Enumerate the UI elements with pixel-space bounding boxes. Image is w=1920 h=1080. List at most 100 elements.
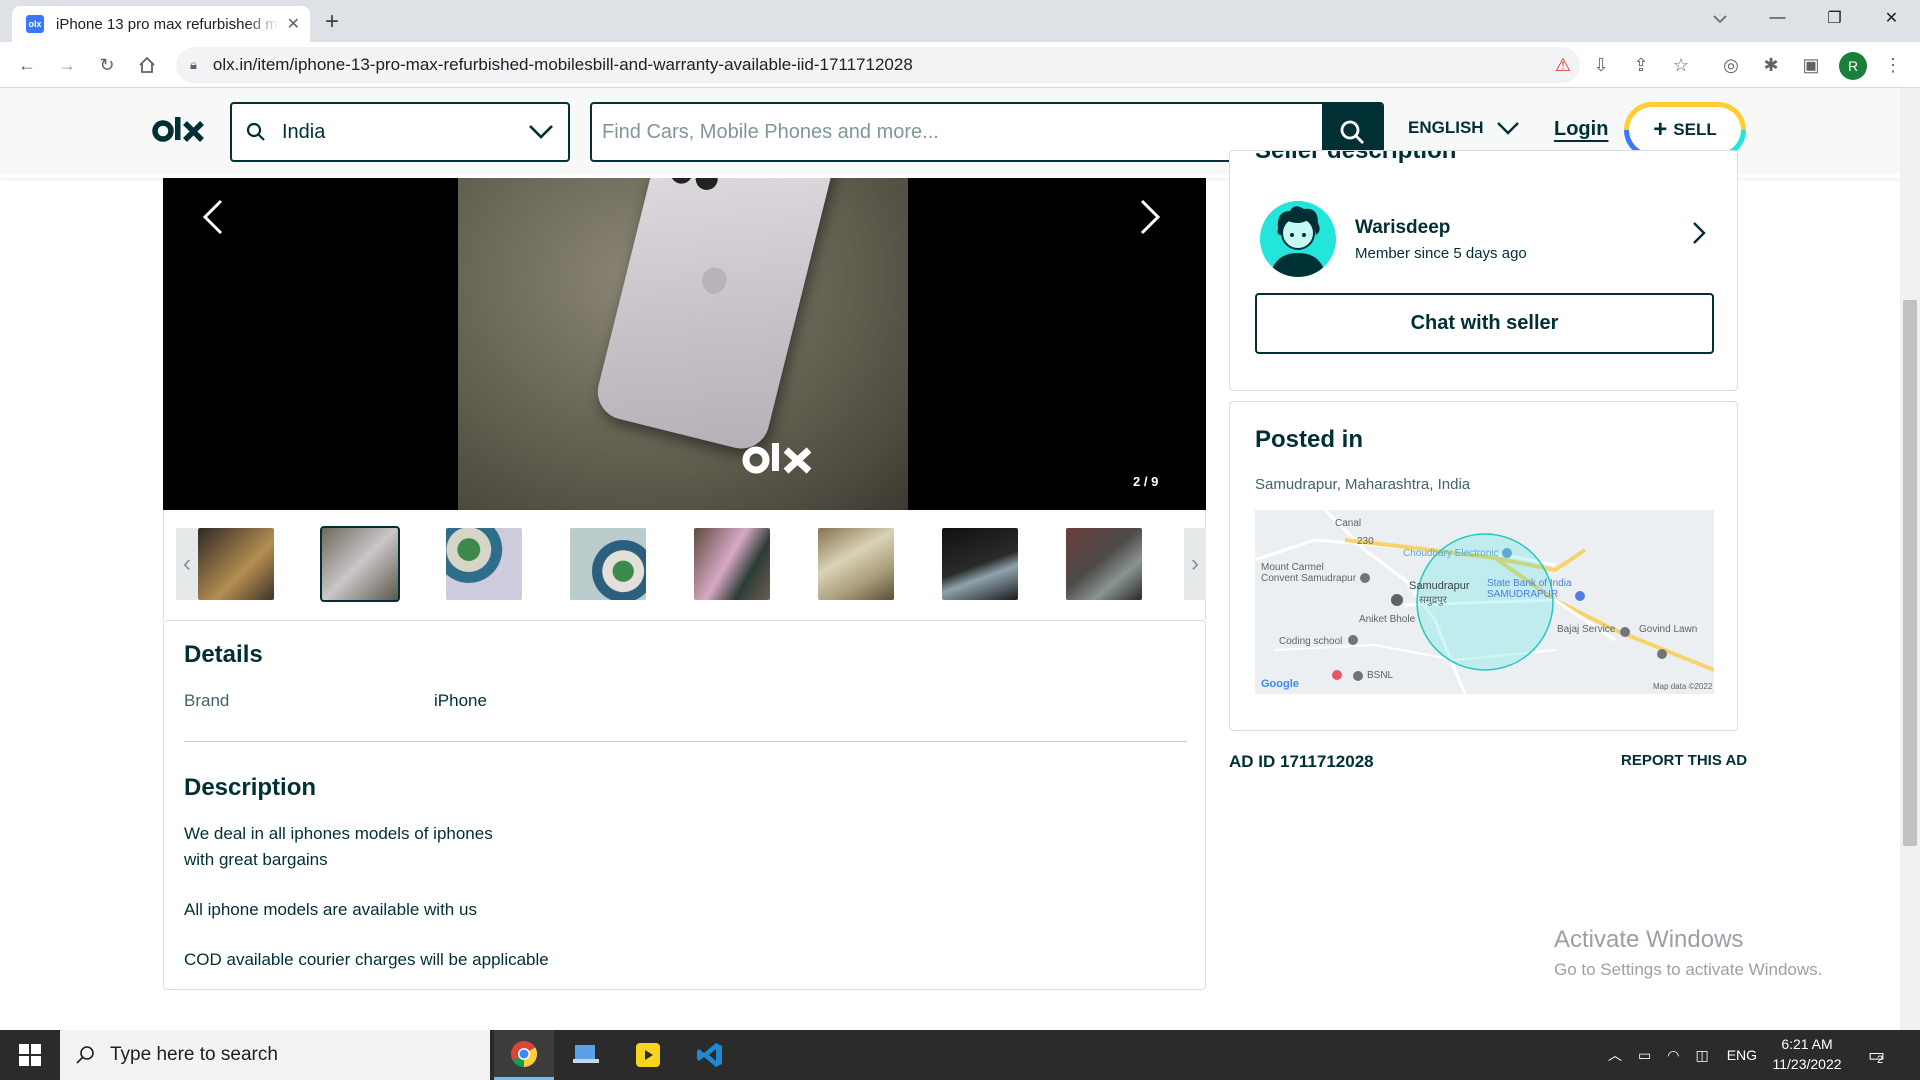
map-label: Govind Lawn — [1639, 624, 1698, 635]
description-text: We deal in all iphones models of iphones… — [184, 821, 784, 997]
tab-title: iPhone 13 pro max refurbished mobilesbil… — [56, 15, 279, 33]
chevron-right-icon[interactable] — [1692, 221, 1706, 250]
location-map[interactable]: Canal 230 Choudhary Electronic Mount Car… — [1255, 510, 1714, 694]
profile-avatar[interactable]: R — [1839, 52, 1867, 80]
new-tab-button[interactable]: + — [325, 8, 339, 36]
lock-icon: 🔒︎ — [190, 57, 197, 72]
olx-favicon-icon: olx — [26, 15, 44, 33]
gallery-next-arrow[interactable] — [1125, 192, 1175, 242]
side-panel-icon[interactable]: ▣ — [1798, 52, 1824, 78]
map-label: Mount Carmel Convent Samudrapur — [1261, 562, 1357, 584]
description-paragraph: COD available courier charges will be ap… — [184, 950, 549, 969]
extension-circle-icon[interactable]: ◎ — [1718, 52, 1744, 78]
share-icon[interactable]: ⇪ — [1628, 52, 1654, 78]
notification-count: 2 — [1877, 1054, 1884, 1066]
activate-windows-title: Activate Windows — [1554, 926, 1744, 953]
file-explorer-taskbar-icon[interactable] — [556, 1030, 616, 1080]
thumbnail-5[interactable] — [694, 528, 770, 600]
taskbar-clock[interactable]: 6:21 AM 11/23/2022 — [1752, 1034, 1862, 1074]
seller-member-since: Member since 5 days ago — [1355, 245, 1527, 262]
chevron-up-icon[interactable]: ︿ — [1608, 1045, 1622, 1065]
chrome-taskbar-icon[interactable] — [494, 1030, 554, 1080]
browser-tab[interactable]: olx iPhone 13 pro max refurbished mobile… — [12, 6, 310, 42]
seller-card: Seller description Warisdeep Member sinc… — [1229, 150, 1738, 391]
ad-id: AD ID 1711712028 — [1229, 752, 1374, 771]
seller-name[interactable]: Warisdeep — [1355, 217, 1450, 239]
back-icon[interactable]: ← — [14, 52, 40, 78]
search-input[interactable] — [592, 104, 1322, 160]
notification-center-button[interactable]: ▭ 2 — [1868, 1030, 1885, 1080]
browser-toolbar: ← → ↻ 🔒︎ olx.in/item/iphone-13-pro-max-r… — [0, 42, 1920, 88]
page-scrollbar[interactable] — [1900, 88, 1920, 1030]
language-selector[interactable]: ENGLISH — [1408, 118, 1520, 138]
report-ad-link[interactable]: REPORT THIS AD — [1621, 752, 1747, 769]
wifi-icon[interactable]: ◠ — [1667, 1047, 1679, 1064]
install-icon[interactable]: ⇩ — [1588, 52, 1614, 78]
map-label: 230 — [1357, 536, 1374, 547]
close-window-button[interactable]: ✕ — [1863, 0, 1920, 36]
thumbnail-3[interactable] — [446, 528, 522, 600]
location-selector[interactable]: India — [230, 102, 570, 162]
posted-location: Samudrapur, Maharashtra, India — [1255, 476, 1471, 493]
iphone-image — [591, 178, 840, 455]
star-icon[interactable]: ☆ — [1668, 52, 1694, 78]
description-paragraph: All iphone models are available with us — [184, 900, 477, 919]
address-bar[interactable]: 🔒︎ olx.in/item/iphone-13-pro-max-refurbi… — [176, 47, 1580, 83]
map-data-credit: Map data ©2022 — [1653, 682, 1713, 691]
scrollbar-thumb[interactable] — [1903, 300, 1917, 846]
forward-icon[interactable]: → — [54, 52, 80, 78]
main-photo[interactable] — [458, 178, 908, 510]
thumbnail-4[interactable] — [570, 528, 646, 600]
clock-date: 11/23/2022 — [1772, 1056, 1842, 1072]
windows-start-icon[interactable] — [0, 1030, 60, 1080]
chevron-down-icon[interactable] — [528, 124, 554, 140]
details-divider — [184, 741, 1187, 742]
thumbnail-6[interactable] — [818, 528, 894, 600]
home-icon[interactable] — [134, 52, 160, 78]
tab-search-chevron-icon[interactable] — [1700, 6, 1740, 32]
image-counter: 2 / 9 — [1133, 474, 1159, 489]
description-heading: Description — [184, 774, 317, 801]
map-label: State Bank of India SAMUDRAPUR — [1487, 578, 1572, 600]
thumbnail-2[interactable] — [320, 526, 400, 602]
taskbar-search-box[interactable]: Type here to search — [60, 1030, 490, 1080]
thumbs-prev-arrow[interactable]: ‹ — [176, 528, 198, 600]
activate-windows-subtitle: Go to Settings to activate Windows. — [1554, 960, 1823, 979]
volume-icon[interactable]: ◫ — [1695, 1047, 1708, 1064]
sell-label: SELL — [1673, 120, 1717, 139]
thumbs-next-arrow[interactable]: › — [1184, 528, 1206, 600]
login-link[interactable]: Login — [1554, 118, 1608, 141]
restore-button[interactable]: ❐ — [1806, 0, 1863, 36]
chat-with-seller-button[interactable]: Chat with seller — [1255, 293, 1714, 354]
olx-watermark — [741, 440, 817, 490]
tab-close-icon[interactable]: ✕ — [287, 14, 300, 34]
map-label: BSNL — [1367, 670, 1394, 681]
map-label: Coding school — [1279, 636, 1343, 647]
battery-icon[interactable]: ▭ — [1638, 1047, 1651, 1064]
thumbnail-strip: ‹ › — [163, 510, 1206, 620]
thumbnail-8[interactable] — [1066, 528, 1142, 600]
extensions-icon[interactable]: ✱ — [1758, 52, 1784, 78]
plus-icon: + — [1653, 116, 1668, 143]
vscode-taskbar-icon[interactable] — [680, 1030, 740, 1080]
image-gallery: 2 / 9 — [163, 178, 1206, 510]
details-panel: Details Brand iPhone Description We deal… — [163, 620, 1206, 990]
media-app-taskbar-icon[interactable] — [618, 1030, 678, 1080]
posted-in-card: Posted in Samudrapur, Maharashtra, India… — [1229, 401, 1738, 731]
olx-logo[interactable] — [152, 114, 208, 157]
thumbnail-1[interactable] — [198, 528, 274, 600]
menu-kebab-icon[interactable]: ⋮ — [1880, 52, 1906, 78]
thumbnail-7[interactable] — [942, 528, 1018, 600]
seller-avatar[interactable] — [1260, 201, 1336, 277]
map-label: Choudhary Electronic — [1403, 548, 1499, 559]
posted-in-heading: Posted in — [1255, 426, 1364, 453]
gallery-prev-arrow[interactable] — [188, 192, 238, 242]
site-info-icon[interactable]: ⚠︎ — [1550, 52, 1576, 78]
minimize-button[interactable]: — — [1749, 0, 1806, 36]
chevron-right-icon — [1140, 199, 1161, 235]
location-value: India — [282, 120, 326, 143]
reload-icon[interactable]: ↻ — [94, 52, 120, 78]
map-label: समुद्रपुर — [1419, 595, 1447, 606]
description-paragraph: We deal in all iphones models of iphones… — [184, 824, 493, 869]
detail-label-brand: Brand — [184, 691, 230, 710]
